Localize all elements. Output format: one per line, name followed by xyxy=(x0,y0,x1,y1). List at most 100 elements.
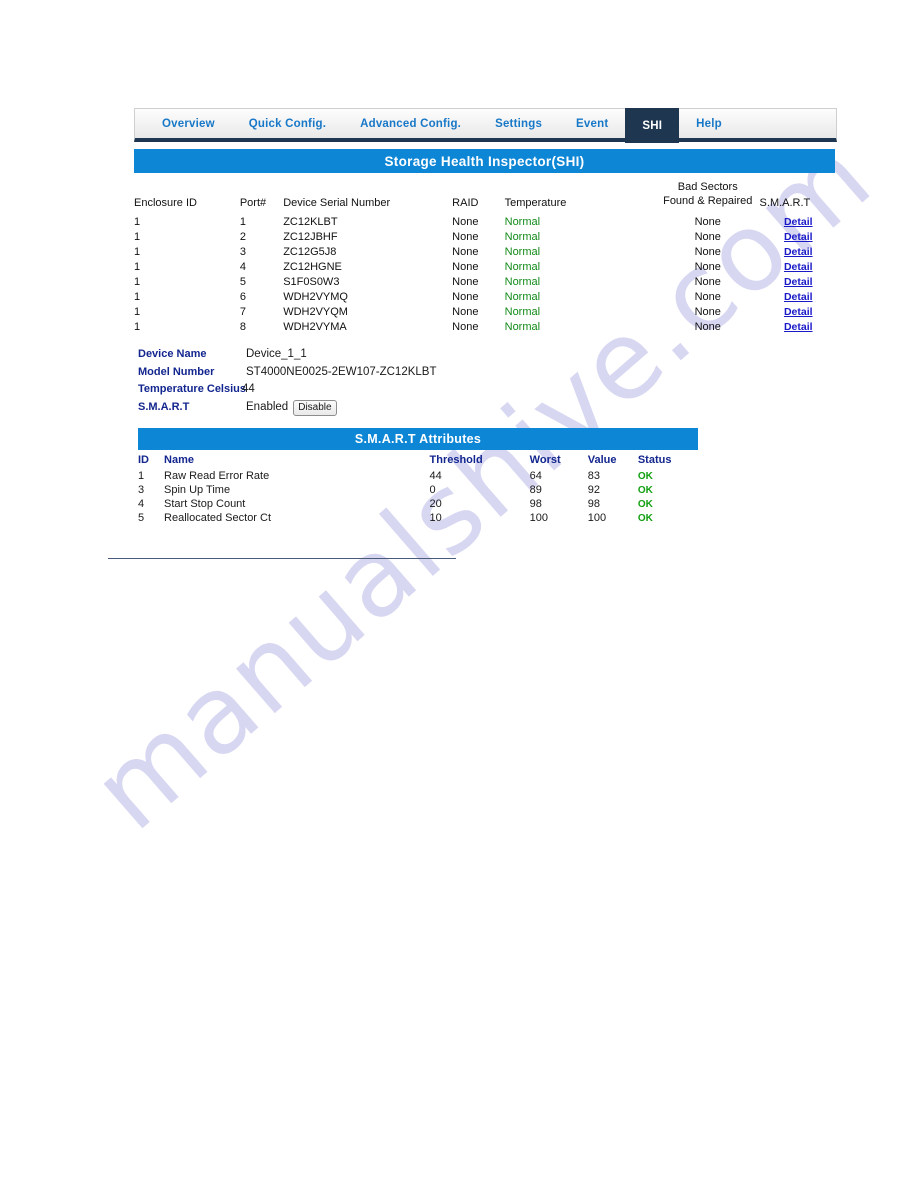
smart-col-header-name: Name xyxy=(164,454,194,466)
temperature-celsius-row: Temperature Celsius 44 xyxy=(138,383,437,395)
model-number-row: Model Number ST4000NE0025-2EW107-ZC12KLB… xyxy=(138,366,437,378)
smart-cell-id: 5 xyxy=(138,512,145,524)
smart-cell-name: Spin Up Time xyxy=(164,484,231,496)
table-row: 1 5 S1F0S0W3 None Normal None Detail xyxy=(134,275,837,290)
smart-cell-name: Start Stop Count xyxy=(164,498,246,510)
smart-cell-threshold: 44 xyxy=(429,470,442,482)
device-table-header-row: Enclosure ID Port# Device Serial Number … xyxy=(134,180,837,215)
smart-table-header-row: ID Name Threshold Worst Value Status xyxy=(138,454,698,469)
smart-detail-link[interactable]: Detail xyxy=(784,291,813,303)
cell-smart-detail: Detail xyxy=(760,260,837,275)
col-header-serial-number: Device Serial Number xyxy=(283,196,391,209)
tab-help[interactable]: Help xyxy=(679,109,739,138)
cell-bad-sectors: None xyxy=(694,246,721,258)
main-tab-bar: Overview Quick Config. Advanced Config. … xyxy=(134,108,837,143)
cell-serial-number: WDH2VYMQ xyxy=(283,291,348,303)
smart-cell-status: OK xyxy=(638,511,698,525)
table-row: 1 3 ZC12G5J8 None Normal None Detail xyxy=(134,245,837,260)
smart-table-row: 4 Start Stop Count 20 98 98 OK xyxy=(138,497,698,511)
device-info-block: Device Name Device_1_1 Model Number ST40… xyxy=(138,348,437,422)
tab-quick-config[interactable]: Quick Config. xyxy=(232,109,343,138)
smart-detail-link[interactable]: Detail xyxy=(784,231,813,243)
smart-state-value: Enabled xyxy=(246,401,289,413)
tab-shi[interactable]: SHI xyxy=(625,108,680,143)
cell-port: 1 xyxy=(239,216,246,228)
smart-cell-worst: 89 xyxy=(529,484,542,496)
smart-cell-id: 3 xyxy=(138,484,145,496)
tab-settings[interactable]: Settings xyxy=(478,109,559,138)
cell-raid: None xyxy=(452,321,479,333)
tab-advanced-config[interactable]: Advanced Config. xyxy=(343,109,478,138)
smart-detail-link[interactable]: Detail xyxy=(784,321,813,333)
smart-cell-threshold: 20 xyxy=(429,498,442,510)
smart-detail-link[interactable]: Detail xyxy=(784,216,813,228)
smart-cell-threshold: 0 xyxy=(429,484,436,496)
smart-cell-status-badge: OK xyxy=(637,471,653,482)
cell-enclosure-id: 1 xyxy=(134,246,141,258)
cell-enclosure-id: 1 xyxy=(134,321,141,333)
table-row: 1 4 ZC12HGNE None Normal None Detail xyxy=(134,260,837,275)
smart-detail-link[interactable]: Detail xyxy=(784,246,813,258)
cell-port: 2 xyxy=(239,231,246,243)
cell-enclosure-id: 1 xyxy=(134,276,141,288)
smart-col-header-status: Status xyxy=(637,454,672,466)
smart-cell-value: 100 xyxy=(587,512,607,524)
cell-serial-number: WDH2VYQM xyxy=(283,306,348,318)
cell-raid: None xyxy=(452,261,479,273)
shi-panel-title: Storage Health Inspector(SHI) xyxy=(134,149,835,173)
smart-detail-link[interactable]: Detail xyxy=(784,261,813,273)
smart-cell-name: Reallocated Sector Ct xyxy=(164,512,272,524)
page-content: Overview Quick Config. Advanced Config. … xyxy=(0,0,918,1188)
smart-cell-threshold: 10 xyxy=(429,512,442,524)
cell-serial-number: ZC12KLBT xyxy=(283,216,338,228)
smart-cell-worst: 100 xyxy=(529,512,549,524)
cell-temperature: Normal xyxy=(504,321,541,333)
model-number-label: Model Number xyxy=(138,366,215,378)
cell-temperature: Normal xyxy=(504,306,541,318)
cell-bad-sectors: None xyxy=(694,306,721,318)
cell-serial-number: ZC12JBHF xyxy=(283,231,338,243)
cell-raid: None xyxy=(452,231,479,243)
smart-attributes-title: S.M.A.R.T Attributes xyxy=(138,428,698,450)
smart-table-row: 3 Spin Up Time 0 89 92 OK xyxy=(138,483,698,497)
smart-disable-button[interactable]: Disable xyxy=(293,400,337,416)
cell-serial-number: WDH2VYMA xyxy=(283,321,347,333)
cell-smart-detail: Detail xyxy=(760,290,837,305)
tab-overview[interactable]: Overview xyxy=(145,109,232,138)
model-number-value: ST4000NE0025-2EW107-ZC12KLBT xyxy=(246,366,437,378)
cell-smart-detail: Detail xyxy=(760,245,837,260)
smart-cell-id: 4 xyxy=(138,498,145,510)
smart-detail-link[interactable]: Detail xyxy=(784,306,813,318)
cell-enclosure-id: 1 xyxy=(134,306,141,318)
smart-table-row: 5 Reallocated Sector Ct 10 100 100 OK xyxy=(138,511,698,525)
smart-col-header-id: ID xyxy=(138,454,149,466)
cell-enclosure-id: 1 xyxy=(134,291,141,303)
smart-cell-value: 83 xyxy=(587,470,601,482)
tab-event[interactable]: Event xyxy=(559,109,625,138)
table-row: 1 2 ZC12JBHF None Normal None Detail xyxy=(134,230,837,245)
cell-port: 3 xyxy=(239,246,246,258)
smart-label: S.M.A.R.T xyxy=(138,401,190,413)
col-header-port: Port# xyxy=(239,196,267,209)
smart-col-header-threshold: Threshold xyxy=(429,454,483,466)
temperature-celsius-value: 44 xyxy=(242,383,255,395)
cell-port: 5 xyxy=(239,276,246,288)
cell-serial-number: S1F0S0W3 xyxy=(283,276,340,288)
smart-detail-link[interactable]: Detail xyxy=(784,276,813,288)
footer-divider xyxy=(108,558,456,559)
col-header-raid: RAID xyxy=(452,196,479,209)
smart-cell-status: OK xyxy=(638,469,698,483)
cell-raid: None xyxy=(452,216,479,228)
table-row: 1 1 ZC12KLBT None Normal None Detail xyxy=(134,215,837,230)
cell-temperature: Normal xyxy=(504,246,541,258)
col-header-smart: S.M.A.R.T xyxy=(759,196,811,209)
temperature-celsius-label: Temperature Celsius xyxy=(138,383,247,395)
col-header-temperature: Temperature xyxy=(504,196,567,209)
smart-attributes-table: ID Name Threshold Worst Value Status 1 Ra… xyxy=(138,454,698,525)
cell-raid: None xyxy=(452,276,479,288)
col-header-enclosure-id: Enclosure ID xyxy=(134,196,197,209)
smart-cell-value: 98 xyxy=(587,498,601,510)
cell-enclosure-id: 1 xyxy=(134,231,141,243)
cell-port: 7 xyxy=(239,306,246,318)
smart-cell-name: Raw Read Error Rate xyxy=(164,470,270,482)
